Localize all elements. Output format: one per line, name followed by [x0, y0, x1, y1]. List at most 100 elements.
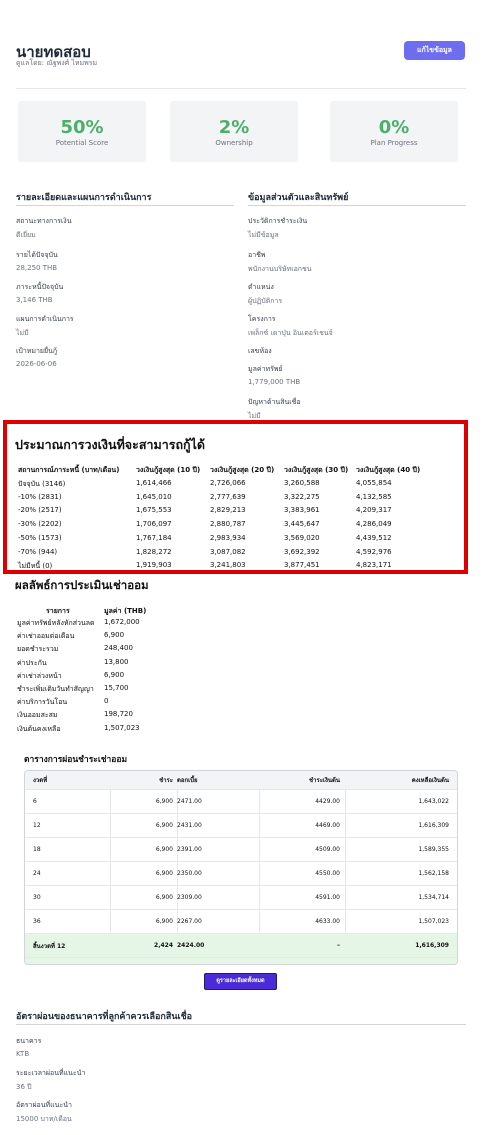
divider	[248, 205, 466, 206]
stat-value: 0%	[378, 117, 410, 138]
stat-card-potential-score: 50% Potential Score	[18, 101, 146, 162]
field-label: เป้าหมายยื่นกู้	[16, 347, 58, 355]
view-all-details-button[interactable]: ดูรายละเอียดทั้งหมด	[204, 973, 277, 990]
field-value: 3,146 THB	[16, 296, 53, 304]
loan-row-value: 2,726,066	[210, 479, 246, 487]
loan-row-value: 3,383,961	[284, 506, 320, 515]
eval-row-value: 6,900	[104, 670, 125, 679]
table-cell: 2267.00	[177, 918, 202, 925]
eval-row-value: 248,400	[104, 644, 133, 653]
field-label: ระยะเวลาผ่อนที่แนะนำ	[16, 1069, 86, 1077]
table-cell: 1,534,714	[418, 894, 449, 901]
loan-row-label: ปัจจุบัน (3146)	[18, 480, 66, 488]
details-section-title: รายละเอียดและแผนการดำเนินการ	[16, 193, 152, 203]
table-cell: 12	[33, 822, 41, 829]
loan-row-value: 1,645,010	[136, 492, 172, 501]
field-credit-issue: ปัญหาด้านสินเชื่อ ไม่มี	[248, 397, 448, 422]
loan-row-value: 4,209,317	[356, 506, 392, 515]
table-cell: 1,616,309	[418, 822, 449, 829]
field-value: 28,250 THB	[16, 264, 58, 272]
stat-card-ownership: 2% Ownership	[170, 101, 298, 162]
loan-row-value: 1,614,466	[136, 479, 172, 487]
table-header-cell: คงเหลือเงินต้น	[411, 777, 449, 784]
table-cell: 4469.00	[315, 822, 340, 829]
loan-row-label: -10% (2831)	[18, 492, 62, 501]
field-value: ดีเยี่ยม	[16, 231, 36, 239]
field-label: ประวัติการชำระเงิน	[248, 217, 308, 225]
stat-label: Potential Score	[55, 139, 109, 147]
loan-row-value: 4,592,976	[356, 547, 392, 556]
field-value: 36 ปี	[16, 1083, 32, 1091]
table-cell: 6,900	[155, 846, 173, 853]
field-value: ไม่มีข้อมูล	[248, 231, 279, 239]
summary-cell: 1,562,158	[343, 958, 449, 964]
loan-table-header: วงเงินกู้สูงสุด (10 ปี)	[136, 466, 201, 474]
loan-row-value: 3,260,588	[284, 479, 320, 487]
divider	[16, 1024, 466, 1025]
edit-button[interactable]: แก้ไขข้อมูล	[404, 41, 465, 60]
loan-row-value: 1,706,097	[136, 520, 172, 529]
field-value: ผู้ปฏิบัติการ	[248, 297, 283, 305]
table-cell: 4550.00	[315, 870, 340, 877]
field-label: ตำแหน่ง	[248, 283, 274, 291]
field-value: เพล็กซ์ เดาปุ่น อินเตอร์เชนจ์	[248, 329, 333, 337]
field-value: 2026-06-06	[16, 360, 57, 368]
field-loan-target: เป้าหมายยื่นกู้ 2026-06-06	[16, 346, 216, 368]
table-cell: 6,900	[155, 798, 173, 805]
loan-row-label: -30% (2202)	[18, 520, 62, 529]
field-current-income: รายได้ปัจจุบัน 28,250 THB	[16, 250, 216, 272]
loan-row-label: ไม่มีหนี้ (0)	[18, 562, 53, 571]
eval-row-label: ค่าบริการวันโอน	[17, 698, 68, 707]
field-financial-status: สถานะทางการเงิน ดีเยี่ยม	[16, 216, 216, 241]
table-cell: 6	[33, 798, 37, 805]
loan-table-header: วงเงินกู้สูงสุด (40 ปี)	[356, 466, 421, 474]
loan-row-value: 4,055,854	[356, 479, 392, 487]
summary-cell: 2,343	[113, 958, 173, 964]
loan-row-label: -50% (1573)	[18, 533, 62, 542]
eval-table-header: มูลค่า (THB)	[104, 607, 147, 615]
loan-row-value: 3,087,082	[210, 547, 246, 556]
field-payment-history: ประวัติการชำระเงิน ไม่มีข้อมูล	[248, 216, 448, 241]
summary-row: สิ้นงวดที่ 242,343 2343.00 –1,562,158	[25, 958, 457, 964]
table-cell: 6,900	[155, 822, 173, 829]
field-asset-value: มูลค่าทรัพย์ 1,779,000 THB	[248, 364, 448, 386]
stat-value: 2%	[218, 117, 250, 138]
field-label: แผนการดำเนินการ	[16, 315, 74, 323]
eval-row-label: มูลค่าทรัพย์หลังหักส่วนลด	[17, 619, 95, 627]
stat-value: 50%	[60, 117, 104, 138]
table-cell: 2431.00	[177, 822, 202, 829]
eval-row-label: เงินออมสะสม	[17, 711, 58, 720]
loan-row-value: 1,767,184	[136, 533, 172, 542]
field-label: เลขห้อง	[248, 347, 272, 355]
table-cell: 1,562,158	[418, 870, 449, 877]
loan-table-header: สถานการณ์ภาระหนี้ (บาท/เดือน)	[18, 466, 120, 474]
table-cell: 2309.00	[177, 894, 202, 901]
summary-cell: สิ้นงวดที่ 12	[33, 942, 66, 950]
loan-row-value: 4,132,585	[356, 492, 392, 501]
summary-row: สิ้นงวดที่ 12 2,424 2424.00 – 1,616,309	[25, 934, 457, 958]
divider	[16, 88, 466, 89]
field-project: โครงการ เพล็กซ์ เดาปุ่น อินเตอร์เชนจ์	[248, 314, 448, 339]
table-header-row: งวดที่ ชำระ ดอกเบี้ย ชำระเงินต้น คงเหลือเงิน…	[25, 771, 457, 790]
loan-row-value: 2,983,934	[210, 533, 246, 542]
table-header-cell: งวดที่	[33, 777, 48, 784]
eval-table-header: รายการ	[46, 607, 70, 615]
summary-cell: 2424.00	[177, 942, 205, 949]
table-cell: 1,507,023	[418, 918, 449, 925]
loan-row-value: 3,445,647	[284, 520, 320, 529]
table-cell: 6,900	[155, 870, 173, 877]
table-header-cell: ดอกเบี้ย	[177, 777, 198, 784]
table-cell: 6,900	[155, 894, 173, 901]
loan-row-value: 4,823,171	[356, 561, 392, 570]
field-value: พนักงานบริษัทเอกชน	[248, 265, 312, 273]
field-value: ไม่มี	[16, 329, 29, 337]
table-cell: 4591.00	[315, 894, 340, 901]
stat-label: Plan Progress	[370, 139, 418, 147]
loan-row-value: 1,919,903	[136, 561, 172, 570]
loan-row-value: 4,439,512	[356, 533, 392, 542]
eval-row-value: 0	[104, 697, 109, 706]
field-label: ภาระหนี้ปัจจุบัน	[16, 283, 64, 291]
table-cell: 4429.00	[315, 798, 340, 805]
table-row: 6 6,900 2471.00 4429.00 1,643,022	[25, 790, 457, 814]
page: นายทดสอบ ดูแลโดย: ณัฐพงศ์ ไหมพรม แก้ไขข้…	[0, 0, 484, 1135]
